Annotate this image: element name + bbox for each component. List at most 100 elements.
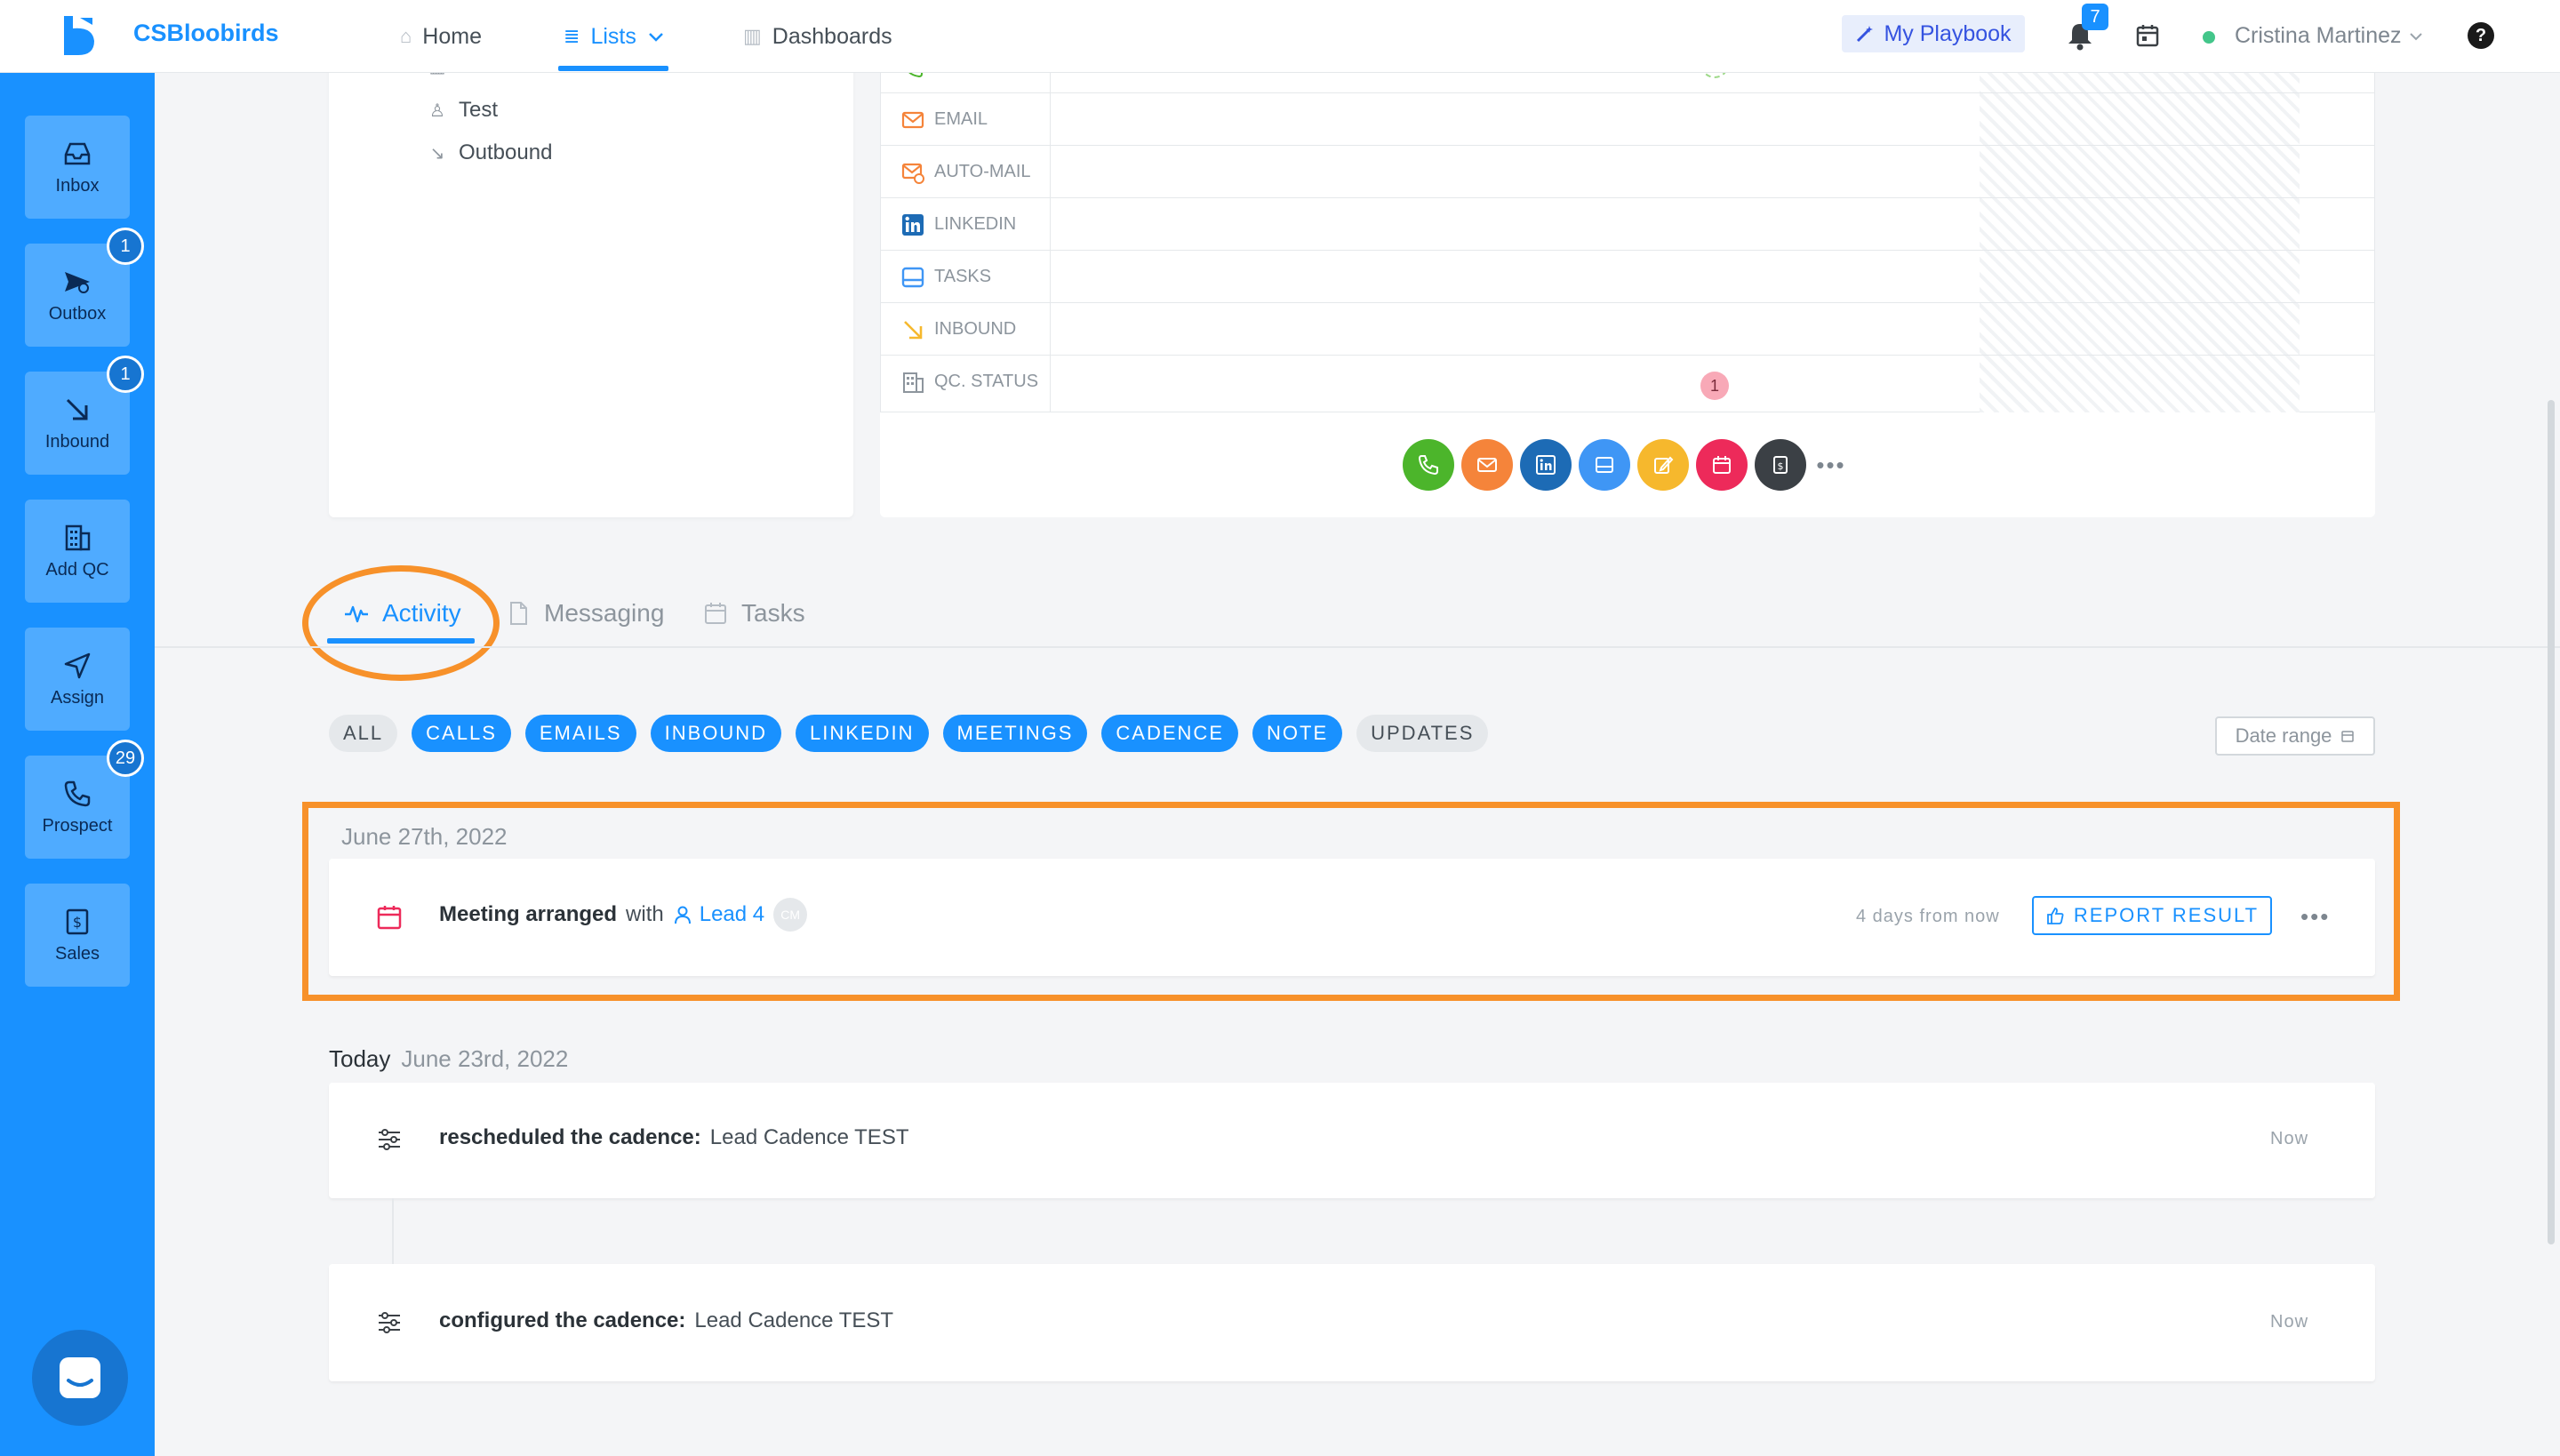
task-icon — [901, 267, 924, 287]
cadence-settings-icon — [379, 1312, 400, 1333]
document-icon — [510, 602, 527, 625]
sidebar: Inbox Outbox 1 Inbound 1 Add QC Assign P… — [0, 73, 155, 1456]
lead-info-panel: ▦ Test ♙ Test ↘ Outbound — [329, 53, 853, 517]
edit-note-icon — [1654, 456, 1674, 474]
activity-action: configured the cadence: — [439, 1308, 686, 1332]
page-scrollbar[interactable] — [2548, 400, 2555, 1244]
call-action-button[interactable] — [1403, 439, 1454, 491]
activity-time: Now — [2270, 1129, 2309, 1148]
sidebar-item-label: Inbound — [44, 431, 110, 452]
email-action-button[interactable] — [1461, 439, 1513, 491]
calendar-icon[interactable] — [2135, 23, 2160, 48]
sales-action-button[interactable]: $ — [1755, 439, 1806, 491]
nav-dashboards-label: Dashboards — [772, 23, 892, 49]
chat-support-button[interactable] — [32, 1330, 128, 1426]
sidebar-item-outbox[interactable]: Outbox 1 — [25, 228, 144, 347]
arrow-down-right-icon: ↘ — [429, 143, 445, 164]
today-label: Today — [329, 1045, 391, 1072]
nav-home[interactable]: ⌂ Home — [400, 0, 482, 73]
filter-chip-emails[interactable]: EMAILS — [524, 715, 636, 752]
note-action-button[interactable] — [1637, 439, 1689, 491]
qc-status-marker[interactable]: 1 — [1700, 372, 1729, 400]
list-item[interactable]: ♙ Test — [428, 98, 498, 123]
activity-target: Lead Cadence TEST — [694, 1308, 894, 1332]
filter-chip-inbound[interactable]: INBOUND — [650, 715, 782, 752]
inbound-count-badge: 1 — [107, 356, 144, 393]
meeting-action-button[interactable] — [1696, 439, 1748, 491]
cadence-overview-panel: CALL EMAIL AUTO-MAIL LINKEDIN TASKS — [880, 50, 2375, 517]
bloobirds-logo-icon[interactable] — [62, 16, 96, 55]
home-icon: ⌂ — [400, 25, 412, 47]
activity-action: rescheduled the cadence: — [439, 1125, 701, 1149]
arrow-down-right-icon — [904, 320, 923, 339]
tab-messaging-label: Messaging — [544, 599, 665, 627]
arrow-down-right-icon — [66, 398, 88, 420]
calendar-icon — [705, 603, 726, 624]
nav-home-label: Home — [422, 23, 482, 49]
linkedin-action-button[interactable] — [1520, 439, 1572, 491]
sidebar-item-label: Prospect — [42, 815, 113, 836]
activity-time: Now — [2270, 1312, 2309, 1332]
magic-wand-icon — [1857, 26, 1874, 43]
sidebar-item-inbox[interactable]: Inbox — [25, 116, 130, 219]
more-actions-button[interactable]: ••• — [1813, 439, 1849, 491]
tab-messaging[interactable]: Messaging — [505, 594, 664, 633]
date-range-picker[interactable]: Date range — [2215, 716, 2375, 756]
svg-text:$: $ — [73, 914, 82, 931]
phone-icon — [1418, 455, 1438, 476]
dollar-document-icon: $ — [66, 908, 89, 934]
annotation-highlight-box — [302, 802, 2400, 1001]
user-menu[interactable]: Cristina Martinez — [2235, 23, 2424, 49]
nav-dashboards[interactable]: ▥ Dashboards — [743, 0, 892, 73]
filter-chip-cadence[interactable]: CADENCE — [1101, 715, 1238, 752]
today-date-heading: Today June 23rd, 2022 — [329, 1045, 568, 1073]
mail-icon — [901, 111, 924, 128]
filter-chip-linkedin[interactable]: LINKEDIN — [796, 715, 929, 752]
dollar-document-icon: $ — [1773, 456, 1788, 474]
timeline-connector — [392, 1198, 394, 1264]
filter-chip-updates[interactable]: UPDATES — [1356, 715, 1489, 752]
my-playbook-label: My Playbook — [1884, 20, 2012, 46]
grid-label-text: EMAIL — [934, 109, 988, 129]
list-item-label: Outbound — [459, 140, 553, 164]
filter-chip-meetings[interactable]: MEETINGS — [942, 715, 1088, 752]
chevron-down-icon — [648, 33, 663, 42]
calendar-icon — [2341, 731, 2355, 742]
sidebar-item-label: Inbox — [55, 175, 100, 196]
activity-target: Lead Cadence TEST — [709, 1125, 909, 1149]
filter-chip-all[interactable]: ALL — [329, 715, 398, 752]
sidebar-item-assign[interactable]: Assign — [25, 628, 130, 731]
linkedin-icon — [1536, 455, 1556, 475]
svg-text:$: $ — [1778, 460, 1784, 472]
grid-label-text: TASKS — [934, 267, 992, 286]
cadence-settings-icon — [379, 1129, 400, 1150]
list-item[interactable]: ↘ Outbound — [428, 140, 553, 165]
brand-name[interactable]: CSBloobirds — [133, 20, 279, 47]
chat-icon — [60, 1357, 100, 1398]
cadence-activity-card[interactable]: configured the cadence: Lead Cadence TES… — [329, 1264, 2375, 1381]
sidebar-item-sales[interactable]: $ Sales — [25, 884, 130, 987]
filter-chip-note[interactable]: NOTE — [1252, 715, 1343, 752]
cadence-activity-text: rescheduled the cadence: Lead Cadence TE… — [439, 1125, 908, 1150]
phone-icon — [64, 780, 91, 806]
grid-row-email: EMAIL — [881, 93, 2374, 146]
mail-icon — [1477, 458, 1497, 472]
calendar-icon — [1713, 456, 1731, 474]
nav-lists[interactable]: ≣ Lists — [564, 0, 665, 73]
tab-tasks-label: Tasks — [741, 599, 805, 627]
help-icon[interactable]: ? — [2468, 22, 2494, 49]
auto-mail-icon — [901, 163, 924, 184]
quick-actions: $ ••• — [1403, 439, 1849, 491]
my-playbook-button[interactable]: My Playbook — [1842, 15, 2025, 52]
sidebar-item-add-qc[interactable]: Add QC — [25, 500, 130, 603]
cadence-activity-card[interactable]: rescheduled the cadence: Lead Cadence TE… — [329, 1083, 2375, 1198]
tab-tasks[interactable]: Tasks — [702, 594, 805, 633]
top-navigation-bar: CSBloobirds ⌂ Home ≣ Lists ▥ Dashboards … — [0, 0, 2560, 73]
sidebar-item-inbound[interactable]: Inbound 1 — [25, 356, 144, 475]
filter-chip-calls[interactable]: CALLS — [412, 715, 511, 752]
activity-filters: ALL CALLS EMAILS INBOUND LINKEDIN MEETIN… — [329, 715, 1489, 752]
grid-label-text: INBOUND — [934, 319, 1017, 339]
task-action-button[interactable] — [1579, 439, 1630, 491]
sidebar-item-prospect[interactable]: Prospect 29 — [25, 740, 144, 859]
grid-label: EMAIL — [900, 93, 988, 146]
